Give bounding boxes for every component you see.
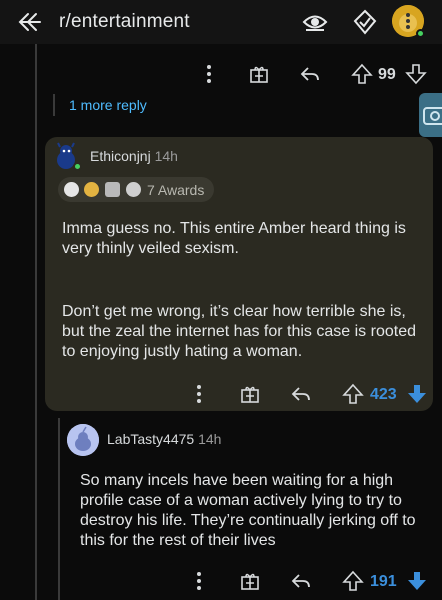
comment-author[interactable]: Ethiconjnj 14h [90, 148, 178, 164]
downvote-icon-active[interactable] [405, 382, 429, 406]
user-avatar[interactable] [67, 424, 99, 456]
downvote-icon[interactable] [404, 62, 428, 86]
score-count: 423 [370, 386, 397, 403]
reply-arrow-icon[interactable] [289, 382, 313, 406]
comment-author[interactable]: LabTasty4475 14h [107, 431, 221, 447]
comment-time: 14h [154, 148, 178, 164]
more-options-icon[interactable] [187, 382, 211, 406]
reply-arrow-icon[interactable] [298, 62, 322, 86]
thread-line-outer [35, 44, 37, 600]
username-text[interactable]: LabTasty4475 [107, 431, 194, 447]
award-gift-icon[interactable] [238, 569, 262, 593]
awards-count: 7 Awards [147, 182, 205, 198]
helpful-award-icon [105, 182, 120, 197]
more-replies-link[interactable]: 1 more reply [69, 97, 147, 113]
snoo-avatar-icon [67, 424, 99, 456]
top-app-bar: r/entertainment [0, 0, 442, 44]
upvote-icon[interactable] [350, 62, 374, 86]
awards-pill[interactable]: 7 Awards [58, 177, 214, 202]
score-count: 99 [378, 66, 396, 83]
username-text[interactable]: Ethiconjnj [90, 148, 151, 164]
comment-time: 14h [198, 431, 222, 447]
award-gift-icon[interactable] [238, 382, 262, 406]
online-indicator [73, 162, 82, 171]
comment-paragraph: Imma guess no. This entire Amber heard t… [62, 220, 406, 257]
comment-paragraph: So many incels have been waiting for a h… [80, 472, 416, 549]
camera-button[interactable] [419, 93, 442, 137]
subreddit-title: r/entertainment [59, 11, 190, 32]
thread-line-inner [53, 94, 55, 116]
mod-shield-icon[interactable] [351, 8, 379, 36]
wholesome-award-icon [126, 182, 141, 197]
visibility-eye-icon[interactable] [301, 8, 329, 36]
more-options-icon[interactable] [187, 569, 211, 593]
upvote-icon[interactable] [341, 382, 365, 406]
camera-icon [423, 107, 442, 125]
reply-arrow-icon[interactable] [289, 569, 313, 593]
comment-paragraph: Don’t get me wrong, it’s clear how terri… [62, 303, 416, 360]
thread-line-reply [58, 418, 60, 600]
score-count: 191 [370, 573, 397, 590]
gold-award-icon [84, 182, 99, 197]
back-arrow-icon[interactable] [16, 9, 42, 35]
downvote-icon-active[interactable] [405, 569, 429, 593]
award-gift-icon[interactable] [247, 62, 271, 86]
more-options-icon[interactable] [197, 62, 221, 86]
online-indicator [416, 29, 425, 38]
upvote-icon[interactable] [341, 569, 365, 593]
silver-award-icon [64, 182, 79, 197]
